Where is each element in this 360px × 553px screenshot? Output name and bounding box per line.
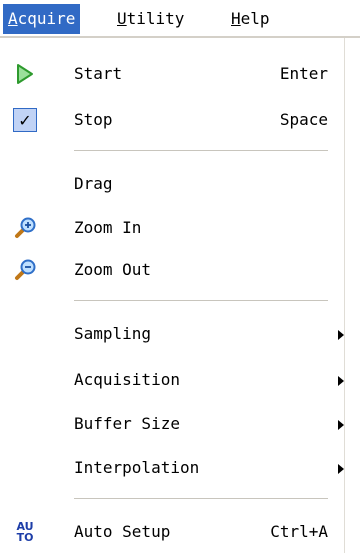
shortcut-text: Enter [279,64,328,83]
menubar-help[interactable]: Help [226,4,275,34]
zoom-in-icon [10,213,40,243]
menu-item-start[interactable]: Start Enter [0,56,344,92]
menu-item-label: Drag [74,174,113,193]
menu-item-zoom-out[interactable]: Zoom Out [0,252,344,288]
menu-item-label: Sampling [74,324,152,343]
shortcut-text: Ctrl+A [270,522,328,541]
menubar-utility[interactable]: Utility [112,4,189,34]
submenu-arrow-icon [338,464,344,474]
mnemonic-letter: U [117,9,127,28]
auto-icon-glyph: AU TO [16,521,33,543]
menubar-label: cquire [17,9,76,28]
menu-item-sampling[interactable]: Sampling [0,316,344,352]
menu-item-buffer-size[interactable]: Buffer Size [0,406,344,442]
submenu-arrow-icon [338,376,344,386]
menu-item-label: Start [74,64,123,83]
menu-separator [74,498,328,500]
menu-separator [74,300,328,302]
submenu-arrow-icon [338,420,344,430]
menu-item-label: Acquisition [74,370,180,389]
auto-icon-text-bottom: TO [16,531,34,544]
auto-icon: AU TO [10,517,40,547]
submenu-arrow-icon [338,330,344,340]
menu-item-zoom-in[interactable]: Zoom In [0,210,344,246]
menu-item-drag[interactable]: Drag [0,166,344,202]
menu-item-acquisition[interactable]: Acquisition [0,362,344,398]
mnemonic-letter: A [8,9,18,28]
mnemonic-letter: H [231,9,241,28]
menu-item-label: Auto Setup [74,522,171,541]
menu-item-label: Zoom Out [74,260,152,279]
menu-item-stop[interactable]: ✓ Stop Space [0,102,344,138]
play-icon [10,59,40,89]
menu-item-label: Buffer Size [74,414,180,433]
menu-item-label: Interpolation [74,458,200,477]
shortcut-text: Space [279,110,328,129]
menu-item-interpolation[interactable]: Interpolation [0,450,344,486]
menu-item-label: Zoom In [74,218,142,237]
menu-bar: Acquire Utility Help [0,0,360,38]
check-icon: ✓ [10,105,40,135]
menubar-label: elp [240,9,270,28]
acquire-dropdown-menu: Start Enter ✓ Stop Space Drag Zoom In Zo… [0,38,345,553]
check-mark: ✓ [13,108,37,132]
zoom-out-icon [10,255,40,285]
menu-separator [74,150,328,152]
menubar-acquire[interactable]: Acquire [3,4,81,34]
menubar-label: tility [126,9,185,28]
menu-item-label: Stop [74,110,113,129]
menu-item-auto-setup[interactable]: AU TO Auto Setup Ctrl+A [0,514,344,550]
